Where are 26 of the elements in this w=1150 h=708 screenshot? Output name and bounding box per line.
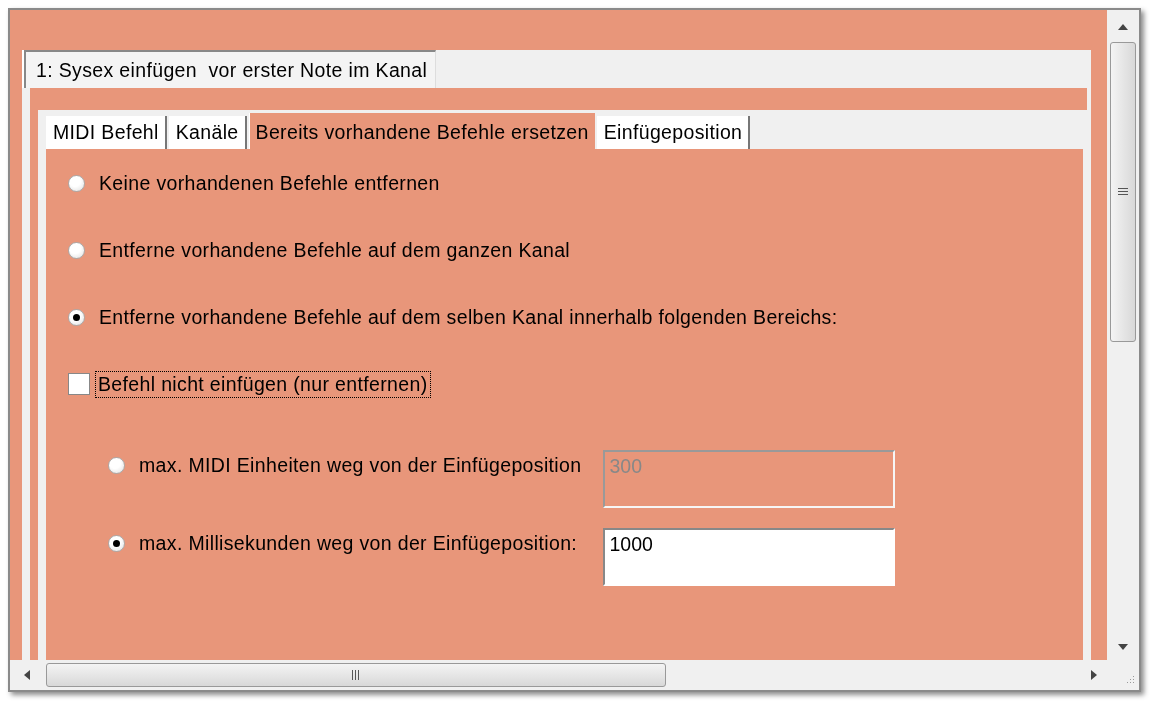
right-arrow-icon[interactable] xyxy=(1091,670,1097,680)
vertical-scrollbar[interactable] xyxy=(1107,10,1139,660)
scrollbar-thumb[interactable] xyxy=(1110,42,1136,342)
tab[interactable]: Einfügeposition xyxy=(596,116,751,149)
option-label[interactable]: max. Millisekunden weg von der Einfügeposition: xyxy=(137,531,580,556)
checkbox-label[interactable]: Befehl nicht einfügen (nur entfernen) xyxy=(96,371,430,397)
radio-button[interactable] xyxy=(108,535,125,552)
tab[interactable]: MIDI Befehl xyxy=(46,116,167,149)
scrollbar-thumb[interactable] xyxy=(46,663,666,687)
grip-icon xyxy=(1118,188,1128,196)
tab[interactable]: 1: Sysex einfügen vor erster Note im Kanal xyxy=(24,50,437,88)
up-arrow-icon[interactable] xyxy=(1118,24,1128,30)
grip-icon xyxy=(352,670,360,680)
horizontal-scrollbar[interactable] xyxy=(10,660,1107,690)
option-label[interactable]: Entferne vorhandene Befehle auf dem ganzen Kanal xyxy=(97,237,573,263)
radio-button[interactable] xyxy=(68,241,85,259)
down-arrow-icon[interactable] xyxy=(1118,644,1128,650)
radio-button[interactable] xyxy=(68,308,85,326)
checkbox[interactable] xyxy=(68,373,90,395)
option-label[interactable]: Entferne vorhandene Befehle auf dem selben Kanal innerhalb folgenden Bereichs: xyxy=(97,304,840,330)
left-arrow-icon[interactable] xyxy=(24,670,30,680)
tab[interactable]: Kanäle xyxy=(168,116,247,149)
option-label[interactable]: Keine vorhandenen Befehle entfernen xyxy=(97,170,442,196)
input-field[interactable]: 1000 xyxy=(603,528,896,586)
tab[interactable]: Bereits vorhandene Befehle ersetzen xyxy=(248,113,595,149)
radio-button[interactable] xyxy=(68,174,85,192)
